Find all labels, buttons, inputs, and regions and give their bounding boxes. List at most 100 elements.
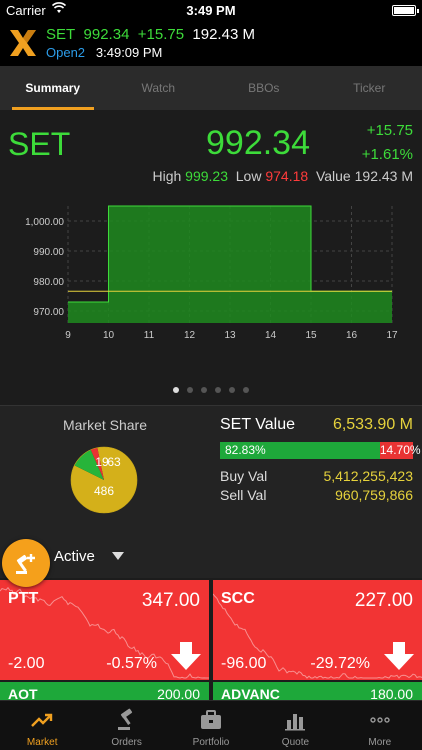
- page-indicator[interactable]: [0, 380, 422, 398]
- buy-ratio: 82.83%: [220, 442, 380, 459]
- bottom-tab-bar: Market Orders Portfolio Quote More: [0, 700, 422, 750]
- low-label: Low: [235, 168, 262, 184]
- page-dot[interactable]: [229, 387, 235, 393]
- buy-val-amount: 5,412,255,423: [323, 468, 413, 484]
- page-dot[interactable]: [243, 387, 249, 393]
- tabbar-label: Quote: [281, 737, 310, 748]
- segment-tabs: Summary Watch BBOs Ticker: [0, 66, 422, 110]
- header-symbol: SET: [46, 26, 76, 43]
- high-value: 999.23: [185, 168, 228, 184]
- index-change: +15.75: [366, 122, 413, 139]
- app-logo-icon: [10, 30, 36, 56]
- tabbar-label: Orders: [111, 737, 142, 748]
- set-value-title: SET Value: [220, 416, 296, 433]
- value-amount: 192.43 M: [354, 168, 413, 184]
- high-label: High: [152, 168, 182, 184]
- sell-val-amount: 960,759,866: [335, 487, 413, 503]
- filter-select[interactable]: Active: [54, 548, 95, 565]
- tabbar-label: Portfolio: [192, 737, 230, 748]
- index-symbol: SET: [8, 126, 71, 162]
- stock-price: 180.00: [370, 686, 413, 700]
- buy-sell-ratio-bar: 82.83% 14.70%: [220, 442, 421, 459]
- set-value-amount: 6,533.90 M: [332, 416, 413, 433]
- header-value: 192.43 M: [192, 26, 255, 43]
- gavel-icon: [117, 708, 132, 730]
- tab-summary[interactable]: Summary: [0, 66, 106, 110]
- x-tick-label: 11: [144, 330, 155, 341]
- stock-tile[interactable]: SCC 227.00 -96.00 -29.72%: [213, 580, 422, 680]
- stock-symbol: PTT: [8, 590, 39, 607]
- tab-bbos[interactable]: BBOs: [211, 66, 317, 110]
- market-share-pie: 486 6319: [70, 446, 138, 514]
- x-tick-label: 9: [65, 330, 71, 341]
- filter-bar: Active: [0, 530, 422, 587]
- x-tick-label: 14: [265, 330, 277, 341]
- stock-price: 200.00: [157, 686, 200, 700]
- tabbar-label: More: [368, 737, 392, 748]
- pie-slice-label: 63: [107, 455, 121, 469]
- tabbar-portfolio[interactable]: Portfolio: [169, 701, 253, 750]
- x-tick-label: 13: [224, 330, 236, 341]
- tabbar-label: Market: [26, 737, 58, 748]
- low-value: 974.18: [265, 168, 309, 184]
- tab-watch[interactable]: Watch: [106, 66, 212, 110]
- page-dot[interactable]: [215, 387, 221, 393]
- summary-panel[interactable]: SET 992.34 +15.75 +1.61% High 999.23 Low…: [0, 110, 422, 405]
- stock-tile[interactable]: AOT 200.00: [0, 682, 209, 700]
- stock-change: -2.00: [8, 655, 45, 672]
- tabbar-more[interactable]: More: [338, 701, 422, 750]
- stock-tile[interactable]: ADVANC 180.00: [213, 682, 422, 700]
- tab-ticker[interactable]: Ticker: [317, 66, 422, 110]
- x-tick-label: 10: [103, 330, 115, 341]
- ticker-header: SET 992.34 +15.75 192.43 M Open2 3:49:09…: [0, 20, 422, 66]
- sell-val-label: Sell Val: [220, 487, 267, 503]
- x-tick-label: 17: [386, 330, 398, 341]
- y-tick-label: 970.00: [33, 307, 64, 318]
- y-tick-label: 1,000.00: [25, 217, 64, 228]
- trend-up-icon: [31, 713, 53, 727]
- stock-price: 347.00: [141, 590, 200, 611]
- clock: 3:49 PM: [186, 3, 236, 18]
- market-share-title: Market Share: [62, 417, 148, 433]
- sell-ratio: 14.70%: [379, 442, 421, 459]
- stock-price: 227.00: [354, 590, 413, 611]
- page-dot[interactable]: [187, 387, 193, 393]
- stock-tile[interactable]: PTT 347.00 -2.00 -0.57%: [0, 580, 209, 680]
- status-bar: Carrier 3:49 PM: [0, 0, 422, 20]
- stock-symbol: ADVANC: [221, 686, 280, 700]
- stock-symbol: AOT: [8, 686, 38, 700]
- market-share-panel: Market Share 486 63 19 SET Value 6,533.90 …: [0, 405, 422, 530]
- x-tick-label: 15: [305, 330, 317, 341]
- header-index-row: SET 992.34 +15.75 192.43 M: [46, 26, 255, 43]
- x-tick-label: 16: [346, 330, 358, 341]
- ellipsis-icon: [370, 717, 390, 723]
- stock-percent: -29.72%: [310, 655, 370, 672]
- y-tick-label: 990.00: [33, 247, 64, 258]
- tabbar-quote[interactable]: Quote: [253, 701, 337, 750]
- quick-order-button[interactable]: [2, 539, 50, 587]
- pie-slice-label: 486: [94, 484, 114, 498]
- page-dot[interactable]: [201, 387, 207, 393]
- page-dot[interactable]: [173, 387, 179, 393]
- header-session: Open2: [46, 45, 86, 60]
- high-low-value: High 999.23 Low 974.18 Value 192.43 M: [152, 168, 413, 184]
- chevron-down-icon[interactable]: [112, 552, 124, 560]
- tabbar-market[interactable]: Market: [0, 701, 84, 750]
- bar-chart-icon: [285, 714, 306, 731]
- header-last: 992.34: [83, 26, 130, 43]
- buy-val-label: Buy Val: [220, 468, 268, 484]
- gavel-plus-icon: [16, 554, 35, 574]
- index-percent: +1.61%: [361, 146, 413, 163]
- battery-icon: [392, 5, 419, 16]
- index-chart[interactable]: 970.00 980.00 990.00 1,000.00 9 10 11 12 13 14 15 1…: [0, 198, 422, 358]
- header-time: 3:49:09 PM: [95, 45, 163, 60]
- x-tick-label: 12: [184, 330, 196, 341]
- stock-change: -96.00: [221, 655, 267, 672]
- tabbar-orders[interactable]: Orders: [84, 701, 168, 750]
- briefcase-icon: [201, 710, 222, 729]
- stock-percent: -0.57%: [106, 655, 157, 672]
- y-tick-label: 980.00: [33, 277, 64, 288]
- index-last: 992.34: [206, 124, 310, 162]
- arrow-down-icon: [171, 642, 201, 670]
- header-session-row: Open2 3:49:09 PM: [46, 45, 162, 60]
